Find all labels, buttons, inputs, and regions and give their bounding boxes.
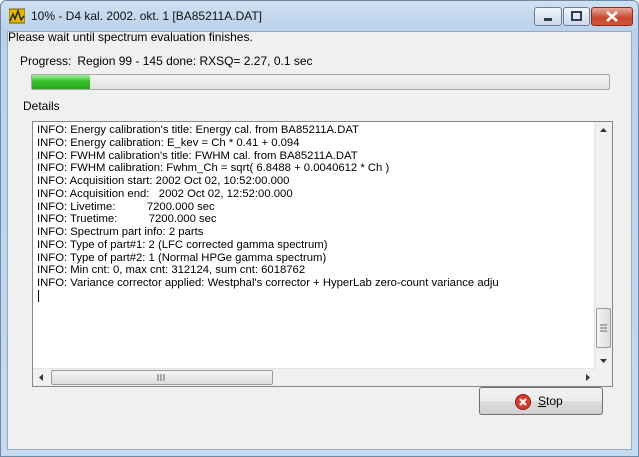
- log-line: INFO: Energy calibration: E_kev = Ch * 0…: [37, 136, 300, 149]
- log-line: INFO: FWHM calibration: Fwhm_Ch = sqrt( …: [37, 162, 390, 175]
- maximize-button[interactable]: [563, 7, 590, 26]
- close-button[interactable]: [591, 7, 633, 26]
- text-caret: [38, 289, 39, 302]
- progress-dialog-window: 10% - D4 kal. 2002. okt. 1 [BA85211A.DAT…: [0, 0, 639, 457]
- progress-bar: [31, 74, 610, 90]
- spectrum-app-icon: [9, 8, 25, 24]
- log-line: INFO: Variance corrector applied: Westph…: [37, 277, 499, 289]
- arrow-down-icon: [600, 359, 607, 363]
- progress-label: Progress:: [20, 54, 72, 68]
- stop-button-label: Stop: [538, 394, 563, 408]
- maximize-icon: [571, 11, 582, 21]
- arrow-right-icon: [586, 374, 590, 381]
- dialog-client-area: Please wait until spectrum evaluation fi…: [7, 30, 632, 450]
- wait-message: Please wait until spectrum evaluation fi…: [8, 30, 253, 44]
- arrow-left-icon: [39, 374, 43, 381]
- vertical-scroll-thumb[interactable]: [596, 308, 611, 348]
- arrow-up-icon: [600, 128, 607, 132]
- minimize-icon: [544, 18, 552, 21]
- log-line: INFO: Livetime: 7200.000 sec: [37, 200, 215, 213]
- log-line: INFO: Acquisition start: 2002 Oct 02, 10…: [37, 175, 290, 187]
- horizontal-scrollbar[interactable]: [33, 368, 596, 386]
- log-line: INFO: Type of part#1: 2 (LFC corrected g…: [37, 238, 328, 251]
- log-line: INFO: FWHM calibration's title: FWHM cal…: [37, 149, 358, 162]
- grip-icon: [600, 324, 607, 332]
- minimize-button[interactable]: [534, 7, 562, 26]
- log-line: INFO: Acquisition end: 2002 Oct 02, 12:5…: [37, 187, 293, 200]
- progress-row: Progress: Region 99 - 145 done: RXSQ= 2.2…: [20, 54, 313, 68]
- close-icon: [606, 11, 618, 22]
- log-line: INFO: Truetime: 7200.000 sec: [37, 213, 217, 226]
- log-line: INFO: Type of part#2: 1 (Normal HPGe gam…: [37, 251, 327, 264]
- stop-x-icon: [515, 394, 531, 410]
- log-line: INFO: Min cnt: 0, max cnt: 312124, sum c…: [37, 264, 306, 277]
- stop-button[interactable]: Stop: [479, 387, 603, 415]
- title-bar[interactable]: 10% - D4 kal. 2002. okt. 1 [BA85211A.DAT…: [1, 1, 638, 31]
- details-log-textbox[interactable]: INFO: Energy calibration's title: Energy…: [32, 121, 613, 387]
- window-title: 10% - D4 kal. 2002. okt. 1 [BA85211A.DAT…: [31, 9, 263, 23]
- scroll-right-button[interactable]: [579, 369, 596, 386]
- details-log-content[interactable]: INFO: Energy calibration's title: Energy…: [37, 124, 593, 362]
- log-line: INFO: Energy calibration's title: Energy…: [37, 124, 359, 136]
- details-label: Details: [23, 99, 60, 113]
- progress-status-text: Region 99 - 145 done: RXSQ= 2.27, 0.1 se…: [77, 54, 313, 68]
- grip-icon: [157, 374, 165, 381]
- log-line: INFO: Spectrum part info: 2 parts: [37, 226, 204, 238]
- scroll-up-button[interactable]: [595, 122, 612, 139]
- progress-bar-fill: [32, 75, 90, 89]
- scrollbar-corner: [595, 369, 612, 386]
- horizontal-scroll-thumb[interactable]: [51, 370, 273, 385]
- scroll-left-button[interactable]: [33, 369, 50, 386]
- vertical-scrollbar[interactable]: [594, 122, 612, 369]
- scroll-down-button[interactable]: [595, 352, 612, 369]
